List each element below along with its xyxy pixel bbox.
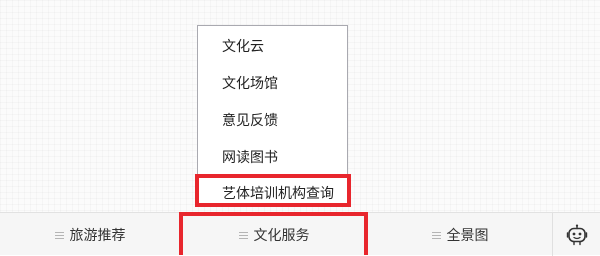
menu-item-online-books[interactable]: 网读图书 <box>198 140 347 176</box>
tab-label: 旅游推荐 <box>69 227 126 244</box>
menu-item-feedback[interactable]: 意见反馈 <box>198 103 347 139</box>
culture-services-menu: 文化云 文化场馆 意见反馈 网读图书 艺体培训机构查询 <box>197 25 348 204</box>
assistant-button[interactable] <box>553 213 600 256</box>
tab-label: 全景图 <box>446 227 489 244</box>
menu-lines-icon <box>431 231 441 239</box>
menu-item-culture-venues[interactable]: 文化场馆 <box>198 66 347 102</box>
menu-lines-icon <box>54 231 64 239</box>
bottom-navigation-bar: 旅游推荐 文化服务 全景图 <box>0 212 600 256</box>
menu-item-arts-training-query[interactable]: 艺体培训机构查询 <box>198 176 347 212</box>
tab-travel-recommendations[interactable]: 旅游推荐 <box>0 213 180 256</box>
robot-icon <box>566 224 587 245</box>
menu-lines-icon <box>238 231 248 239</box>
tab-label: 文化服务 <box>253 227 310 244</box>
tab-culture-services[interactable]: 文化服务 <box>183 213 365 256</box>
tab-panorama[interactable]: 全景图 <box>368 213 552 256</box>
menu-item-culture-cloud[interactable]: 文化云 <box>198 29 347 65</box>
